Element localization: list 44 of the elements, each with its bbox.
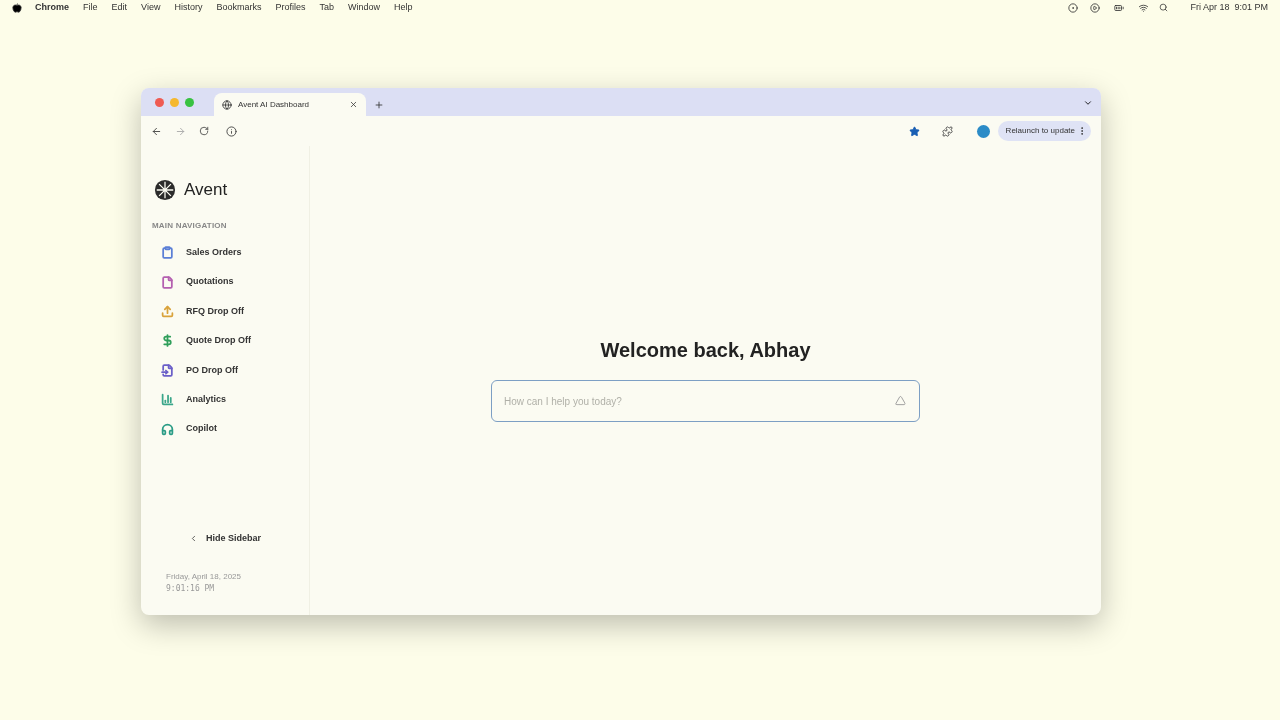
time-text: 9:01:16 PM <box>165 583 216 595</box>
profile-avatar[interactable] <box>976 124 990 138</box>
tab-list-icon[interactable] <box>1083 98 1093 108</box>
date-text: Friday, April 18, 2025 <box>165 571 242 583</box>
chevron-left-icon <box>189 533 198 543</box>
brand-name: Avent <box>184 179 228 202</box>
menu-item[interactable]: Window <box>347 0 380 15</box>
new-tab-icon[interactable] <box>374 100 384 110</box>
extensions-icon[interactable] <box>941 125 953 137</box>
nav-item[interactable]: Analytics <box>141 384 309 415</box>
site-info-icon[interactable] <box>226 125 237 137</box>
back-icon[interactable] <box>151 125 162 137</box>
battery-icon[interactable] <box>1112 2 1127 13</box>
nav-item[interactable]: Quotations <box>141 267 309 297</box>
globe-icon <box>222 99 232 110</box>
reload-icon[interactable] <box>199 126 209 136</box>
menu-item[interactable]: History <box>174 0 203 15</box>
close-icon[interactable] <box>349 100 358 109</box>
relaunch-button[interactable]: Relaunch to update <box>997 121 1091 141</box>
hide-sidebar-button[interactable]: Hide Sidebar <box>189 531 261 545</box>
menu-item[interactable]: Help <box>394 0 413 15</box>
menu-item[interactable]: Edit <box>111 0 128 15</box>
menu-item[interactable]: File <box>83 0 98 15</box>
menu-item[interactable]: Tab <box>319 0 334 15</box>
menu-item[interactable]: Bookmarks <box>216 0 262 15</box>
nav-item[interactable]: PO Drop Off <box>141 355 309 385</box>
nav-item[interactable]: RFQ Drop Off <box>141 296 309 327</box>
nav-item[interactable]: Sales Orders <box>141 238 309 268</box>
play-icon[interactable] <box>1090 2 1101 13</box>
section-label: MAIN NAVIGATION <box>151 220 228 232</box>
menu-item[interactable]: View <box>141 0 161 15</box>
browser-tab[interactable]: Avent AI Dashboard <box>214 93 366 116</box>
logo-icon <box>154 179 176 201</box>
nav-item[interactable]: Copilot <box>141 414 309 444</box>
menu-app[interactable]: Chrome <box>35 0 69 15</box>
wifi-icon[interactable] <box>1138 2 1150 13</box>
clock[interactable]: Fri Apr 18 9:01 PM <box>1190 0 1268 15</box>
record-icon[interactable] <box>1068 2 1079 13</box>
apple-icon[interactable] <box>12 2 22 13</box>
menu-item[interactable]: Profiles <box>275 0 306 15</box>
bookmark-star-icon[interactable] <box>908 125 920 137</box>
nav-item[interactable]: Quote Drop Off <box>141 326 309 356</box>
search-icon[interactable] <box>1159 3 1169 12</box>
welcome-heading: Welcome back, Abhay <box>600 338 811 363</box>
